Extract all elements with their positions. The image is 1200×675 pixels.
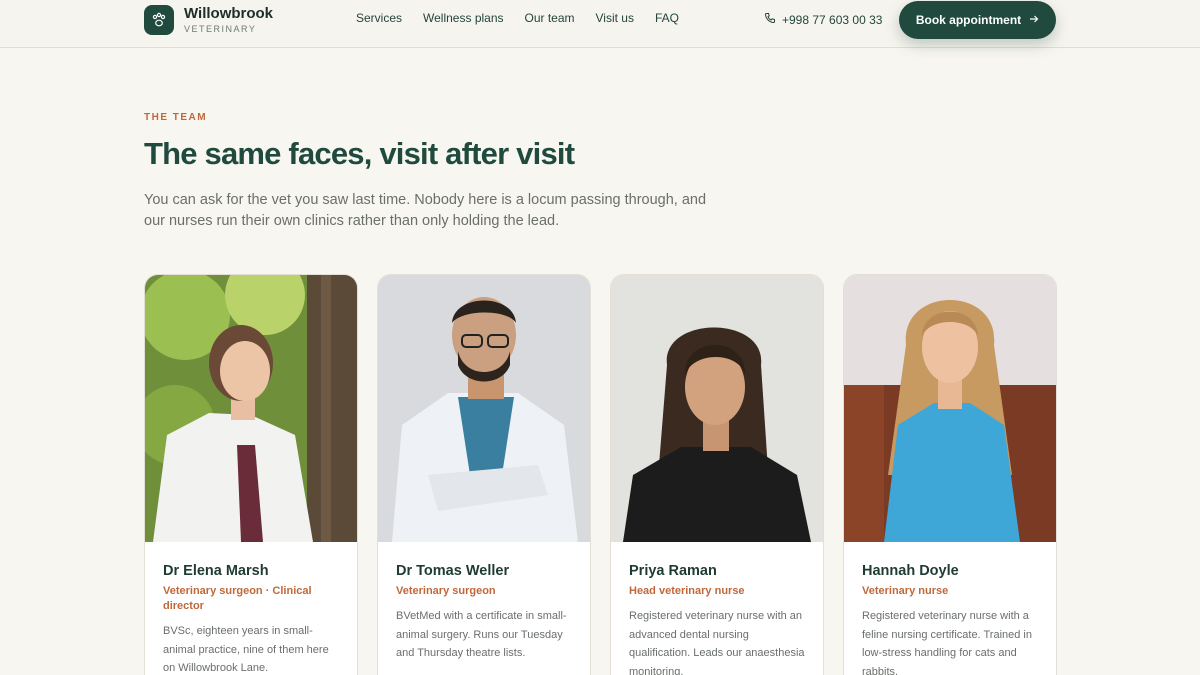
phone-number: +998 77 603 00 33 bbox=[782, 12, 883, 27]
section-eyebrow: THE TEAM bbox=[144, 112, 208, 123]
main-nav: Services Wellness plans Our team Visit u… bbox=[356, 11, 700, 25]
phone-icon bbox=[764, 12, 776, 27]
team-card: Priya Raman Head veterinary nurse Regist… bbox=[610, 274, 824, 675]
team-card: Dr Elena Marsh Veterinary surgeon · Clin… bbox=[144, 274, 358, 675]
team-name: Priya Raman bbox=[629, 563, 717, 579]
site-header: Willowbrook VETERINARY Services Wellness… bbox=[0, 0, 1200, 48]
nav-visit-us[interactable]: Visit us bbox=[596, 11, 634, 25]
brand-logo-link[interactable]: Willowbrook VETERINARY bbox=[144, 5, 273, 35]
nav-services[interactable]: Services bbox=[356, 11, 402, 25]
team-grid: Dr Elena Marsh Veterinary surgeon · Clin… bbox=[144, 274, 1057, 675]
book-appointment-button[interactable]: Book appointment bbox=[899, 1, 1056, 39]
team-name: Dr Tomas Weller bbox=[396, 563, 510, 579]
paw-icon bbox=[144, 5, 174, 35]
team-role: Head veterinary nurse bbox=[629, 585, 745, 597]
team-role: Veterinary surgeon · Clinical director bbox=[163, 585, 312, 612]
team-role: Veterinary nurse bbox=[862, 585, 949, 597]
team-bio: BVSc, eighteen years in small-animal pra… bbox=[163, 625, 329, 674]
phone-link[interactable]: +998 77 603 00 33 bbox=[764, 12, 882, 27]
team-name: Hannah Doyle bbox=[862, 563, 959, 579]
team-card: Hannah Doyle Veterinary nurse Registered… bbox=[843, 274, 1057, 675]
nav-faq[interactable]: FAQ bbox=[655, 11, 679, 25]
arrow-right-icon bbox=[1029, 13, 1039, 27]
team-photo-priya-raman bbox=[611, 275, 823, 542]
section-title: The same faces, visit after visit bbox=[144, 136, 575, 171]
team-bio: Registered veterinary nurse with an adva… bbox=[629, 610, 805, 675]
team-bio: Registered veterinary nurse with a felin… bbox=[862, 610, 1032, 675]
team-photo-elena-marsh bbox=[145, 275, 357, 542]
team-photo-tomas-weller bbox=[378, 275, 590, 542]
book-appointment-label: Book appointment bbox=[915, 13, 1022, 27]
team-name: Dr Elena Marsh bbox=[163, 563, 269, 579]
brand-name: Willowbrook bbox=[184, 5, 274, 22]
team-bio: BVetMed with a certificate in small-anim… bbox=[396, 610, 567, 659]
team-card: Dr Tomas Weller Veterinary surgeon BVetM… bbox=[377, 274, 591, 675]
brand-subtitle: VETERINARY bbox=[184, 24, 257, 34]
nav-wellness-plans[interactable]: Wellness plans bbox=[423, 11, 503, 25]
team-photo-hannah-doyle bbox=[844, 275, 1056, 542]
nav-our-team[interactable]: Our team bbox=[525, 11, 575, 25]
team-role: Veterinary surgeon bbox=[396, 585, 496, 597]
section-intro: You can ask for the vet you saw last tim… bbox=[144, 192, 707, 229]
